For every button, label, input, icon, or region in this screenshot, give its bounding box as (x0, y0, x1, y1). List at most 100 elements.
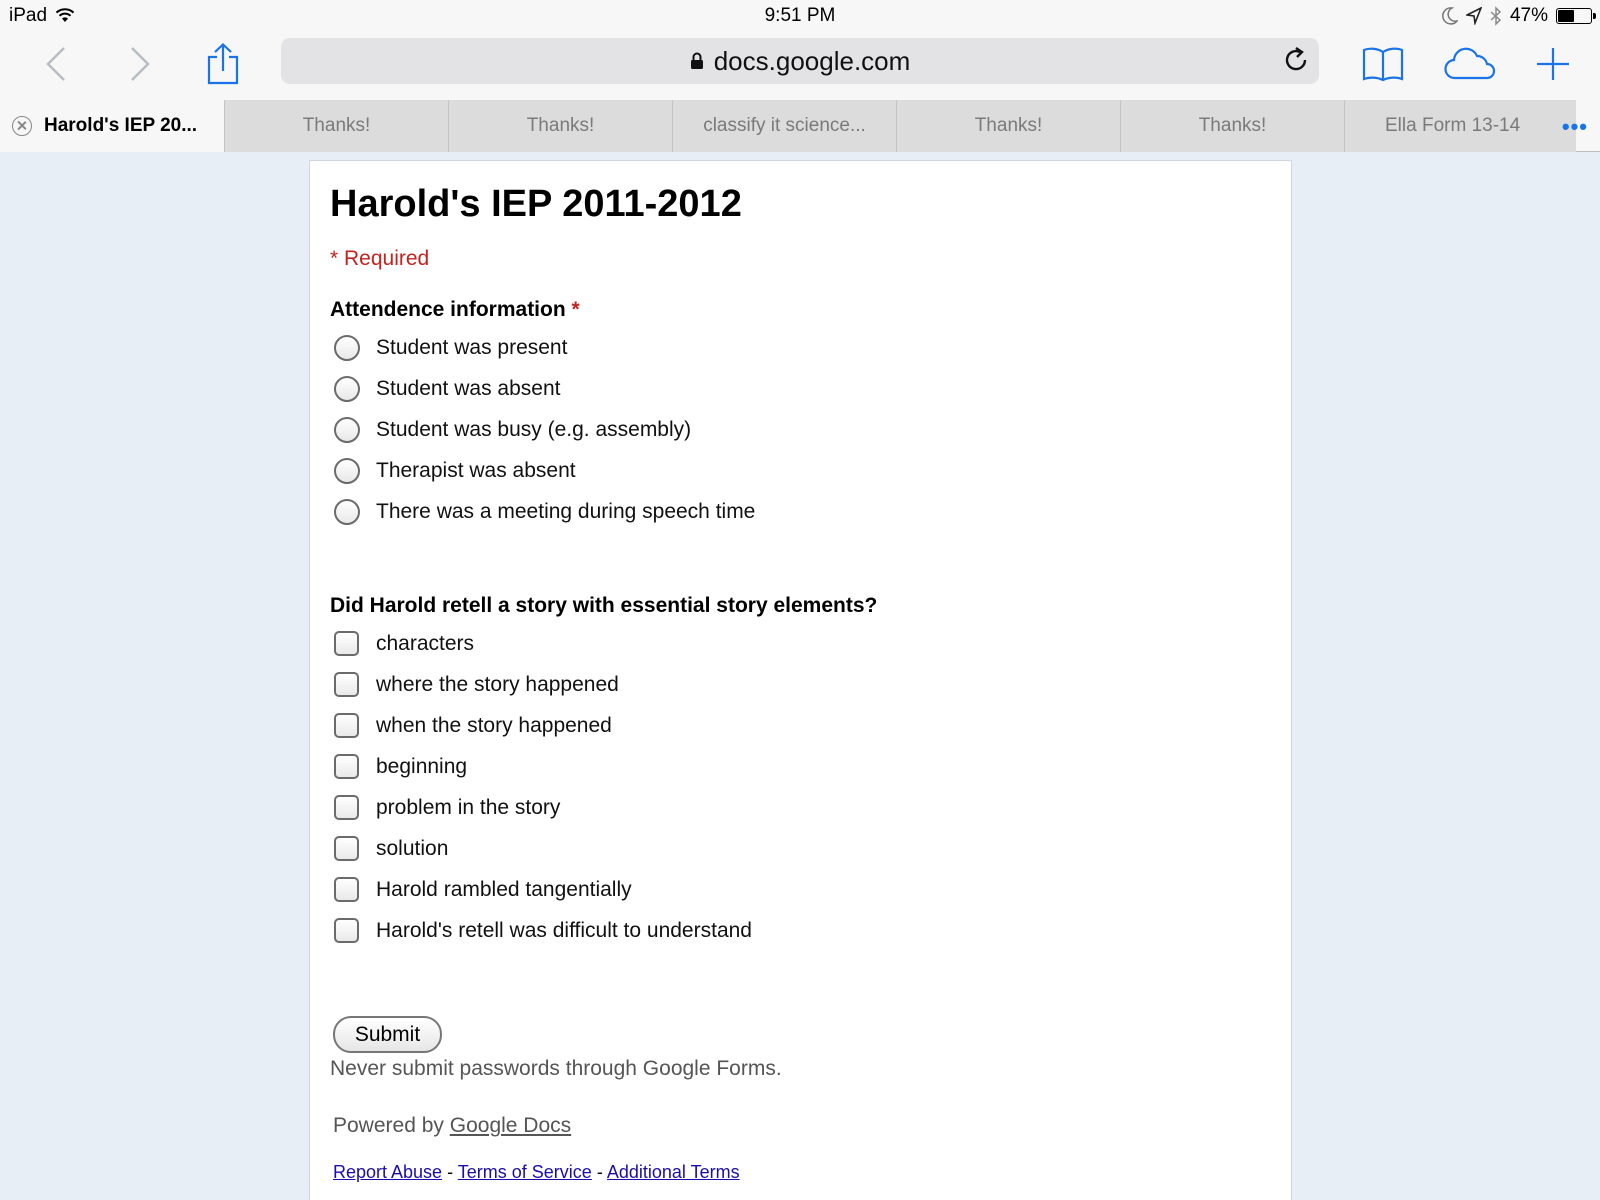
location-arrow-icon (1465, 7, 1482, 25)
option-label: beginning (376, 754, 468, 778)
report-abuse-link[interactable]: Report Abuse (333, 1162, 442, 1182)
google-docs-link[interactable]: Google Docs (450, 1114, 571, 1137)
cloud-icon (1444, 47, 1496, 80)
option-label: Student was absent (376, 376, 561, 400)
tab-thanks-1[interactable]: Thanks! (224, 100, 448, 152)
tab-label: classify it science... (703, 115, 866, 136)
option-label: when the story happened (376, 713, 612, 737)
share-icon (207, 43, 239, 85)
checkbox[interactable] (334, 713, 359, 738)
battery-fill (1558, 10, 1574, 22)
share-button[interactable] (195, 38, 251, 90)
checkbox-option[interactable]: where the story happened (334, 664, 752, 705)
checkbox-option[interactable]: when the story happened (334, 705, 752, 746)
reload-button[interactable] (1283, 46, 1309, 79)
required-note: * Required (330, 247, 430, 270)
tab-bar: Harold's IEP 20... Thanks! Thanks! class… (0, 100, 1600, 152)
tab-label: Thanks! (526, 115, 595, 136)
checkbox-option[interactable]: Harold rambled tangentially (334, 869, 752, 910)
option-label: Harold rambled tangentially (376, 877, 632, 901)
story-element-options: characters where the story happened when… (334, 623, 752, 951)
password-warning: Never submit passwords through Google Fo… (330, 1057, 782, 1080)
checkbox-option[interactable]: problem in the story (334, 787, 752, 828)
tab-classify-science[interactable]: classify it science... (672, 100, 896, 152)
plus-icon (1537, 48, 1569, 80)
required-star: * (571, 298, 580, 321)
option-label: Student was present (376, 335, 568, 359)
option-label: Harold's retell was difficult to underst… (376, 918, 752, 942)
checkbox[interactable] (334, 836, 359, 861)
bookmarks-button[interactable] (1355, 38, 1411, 90)
option-label: problem in the story (376, 795, 561, 819)
radio-button[interactable] (334, 416, 360, 443)
question-attendance: Attendence information * (330, 298, 580, 322)
question-story-retell: Did Harold retell a story with essential… (330, 594, 877, 618)
terms-of-service-link[interactable]: Terms of Service (458, 1162, 592, 1182)
radio-option[interactable]: Therapist was absent (334, 450, 755, 491)
additional-terms-link[interactable]: Additional Terms (607, 1162, 740, 1182)
browser-toolbar: docs.google.com (0, 32, 1600, 100)
more-tabs-icon[interactable]: ••• (1562, 114, 1588, 140)
powered-by: Powered by Google Docs (333, 1114, 571, 1138)
checkbox[interactable] (334, 795, 359, 820)
tab-label: Thanks! (302, 115, 371, 136)
forward-button[interactable] (112, 38, 168, 90)
tab-label: Harold's IEP 20... (44, 115, 198, 136)
option-label: characters (376, 631, 475, 655)
radio-button[interactable] (334, 457, 360, 484)
back-button[interactable] (28, 38, 84, 90)
radio-option[interactable]: Student was absent (334, 368, 755, 409)
tab-label: Thanks! (974, 115, 1043, 136)
tab-thanks-2[interactable]: Thanks! (448, 100, 672, 152)
checkbox-option[interactable]: Harold's retell was difficult to underst… (334, 910, 752, 951)
tab-thanks-4[interactable]: Thanks! (1120, 100, 1344, 152)
footer-separator: - (447, 1162, 454, 1182)
question-label: Did Harold retell a story with essential… (330, 594, 878, 617)
radio-button[interactable] (334, 498, 360, 525)
moon-icon (1442, 7, 1458, 25)
question-label: Attendence information (330, 298, 566, 321)
checkbox[interactable] (334, 631, 359, 656)
form-page: Harold's IEP 2011-2012 * Required Attend… (309, 160, 1292, 1200)
tab-harolds-iep[interactable]: Harold's IEP 20... (0, 100, 224, 152)
powered-prefix: Powered by (333, 1114, 444, 1137)
checkbox-option[interactable]: solution (334, 828, 752, 869)
url-display: docs.google.com (690, 45, 911, 77)
chevron-right-icon (131, 47, 150, 81)
tab-thanks-3[interactable]: Thanks! (896, 100, 1120, 152)
lock-icon (690, 52, 703, 69)
checkbox[interactable] (334, 877, 359, 902)
form-title: Harold's IEP 2011-2012 (330, 183, 742, 225)
tab-label: Ella Form 13-14 (1385, 115, 1521, 136)
icloud-tabs-button[interactable] (1442, 38, 1498, 90)
new-tab-button[interactable] (1525, 38, 1581, 90)
checkbox[interactable] (334, 754, 359, 779)
radio-option[interactable]: Student was present (334, 327, 755, 368)
battery-icon (1556, 8, 1596, 24)
radio-button[interactable] (334, 375, 360, 402)
footer-separator: - (596, 1162, 603, 1182)
tab-label: Thanks! (1198, 115, 1267, 136)
radio-option[interactable]: There was a meeting during speech time (334, 491, 755, 532)
checkbox-option[interactable]: beginning (334, 746, 752, 787)
tab-ella-form[interactable]: Ella Form 13-14 (1344, 100, 1576, 152)
radio-option[interactable]: Student was busy (e.g. assembly) (334, 409, 755, 450)
reload-icon (1285, 47, 1307, 71)
close-tab-icon[interactable] (12, 116, 32, 136)
checkbox-option[interactable]: characters (334, 623, 752, 664)
url-text: docs.google.com (713, 45, 911, 76)
radio-button[interactable] (334, 334, 360, 361)
option-label: where the story happened (376, 672, 619, 696)
checkbox[interactable] (334, 672, 359, 697)
attendance-options: Student was present Student was absent S… (334, 327, 755, 532)
option-label: Therapist was absent (376, 458, 576, 482)
address-bar[interactable]: docs.google.com (281, 38, 1319, 84)
footer-links: Report Abuse - Terms of Service - Additi… (333, 1162, 740, 1183)
book-icon (1362, 47, 1404, 82)
submit-button[interactable]: Submit (333, 1016, 442, 1053)
option-label: There was a meeting during speech time (376, 499, 756, 523)
bluetooth-icon (1490, 6, 1502, 26)
status-bar: iPad 9:51 PM 47% (0, 0, 1600, 32)
checkbox[interactable] (334, 918, 359, 943)
option-label: Student was busy (e.g. assembly) (376, 417, 692, 441)
